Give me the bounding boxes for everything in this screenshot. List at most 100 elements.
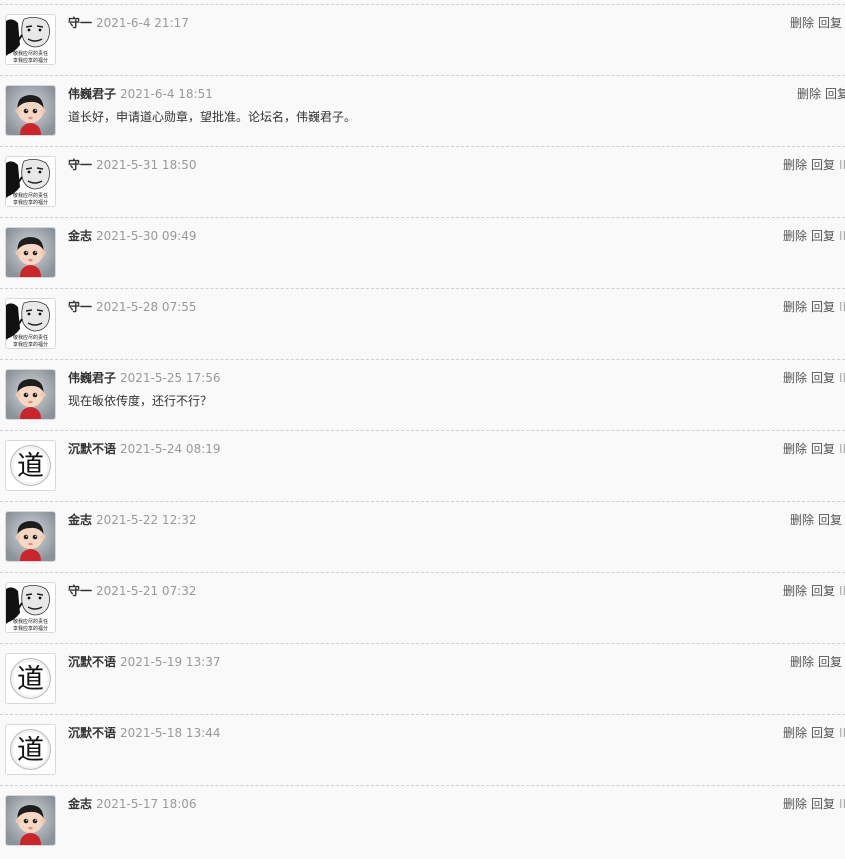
comment-author[interactable]: 金志: [68, 513, 92, 527]
comment-meta: 守一 2021-6-4 21:17: [68, 15, 189, 31]
meme-face-icon[interactable]: 敬我应尽的责任 享我应享的福分: [5, 14, 56, 65]
comment-meta: 金志 2021-5-22 12:32: [68, 512, 197, 528]
comment-time: 2021-5-18 13:44: [120, 726, 221, 740]
comment-time: 2021-5-24 08:19: [120, 442, 221, 456]
ip-button[interactable]: IP: [839, 797, 845, 811]
comment-time: 2021-5-21 07:32: [96, 584, 197, 598]
delete-button[interactable]: 删除: [783, 584, 807, 598]
reply-button[interactable]: 回复: [811, 442, 835, 456]
comment-actions: 删除 回复: [797, 86, 845, 102]
comment-item: 敬我应尽的责任 享我应享的福分 守一 2021-5-31 18:50 删除回复 IP: [0, 146, 845, 217]
cartoon-boy-icon[interactable]: [5, 795, 56, 846]
reply-button[interactable]: 回复: [818, 513, 842, 527]
comment-item: 金志 2021-5-30 09:49 删除回复 IP: [0, 217, 845, 288]
comment-author[interactable]: 守一: [68, 584, 92, 598]
comment-item: 金志 2021-5-22 12:32 删除 回复: [0, 501, 845, 572]
comment-item: 敬我应尽的责任 享我应享的福分 守一 2021-5-28 07:55 删除回复 IP: [0, 288, 845, 359]
delete-button[interactable]: 删除: [783, 371, 807, 385]
meme-caption-line2: 享我应享的福分: [13, 625, 48, 632]
dao-character-text: 道: [17, 664, 44, 695]
comment-author[interactable]: 沉默不语: [68, 726, 116, 740]
comment-time: 2021-5-25 17:56: [120, 371, 221, 385]
reply-button[interactable]: 回复: [811, 797, 835, 811]
comment-author[interactable]: 守一: [68, 300, 92, 314]
comment-meta: 沉默不语 2021-5-24 08:19: [68, 441, 221, 457]
comment-meta: 守一 2021-5-31 18:50: [68, 157, 197, 173]
dao-character-icon[interactable]: 道: [5, 440, 56, 491]
comment-meta: 金志 2021-5-30 09:49: [68, 228, 197, 244]
meme-caption-line1: 敬我应尽的责任: [13, 50, 48, 57]
comment-content: 现在皈依传度，还行不行？: [68, 394, 213, 408]
comment-item: 伟巍君子 2021-6-4 18:51 道长好，申请道心勋章，望批准。论坛名，伟巍君…: [0, 75, 845, 146]
delete-button[interactable]: 删除: [790, 655, 814, 669]
ip-button[interactable]: IP: [839, 229, 845, 243]
comment-actions: 删除 回复: [790, 15, 842, 31]
comment-meta: 守一 2021-5-28 07:55: [68, 299, 197, 315]
comment-time: 2021-5-19 13:37: [120, 655, 221, 669]
delete-button[interactable]: 删除: [783, 797, 807, 811]
comment-author[interactable]: 伟巍君子: [68, 87, 116, 101]
comment-meta: 伟巍君子 2021-6-4 18:51: [68, 86, 213, 102]
reply-button[interactable]: 回复: [811, 158, 835, 172]
delete-button[interactable]: 删除: [783, 229, 807, 243]
comment-actions: 删除回复 IP: [783, 370, 845, 386]
comment-time: 2021-5-28 07:55: [96, 300, 197, 314]
comment-author[interactable]: 沉默不语: [68, 442, 116, 456]
reply-button[interactable]: 回复: [818, 16, 842, 30]
meme-caption-line1: 敬我应尽的责任: [13, 618, 48, 625]
reply-button[interactable]: 回复: [825, 87, 845, 101]
comment-item: 金志 2021-5-17 18:06 删除回复 IP: [0, 785, 845, 856]
comment-time: 2021-5-22 12:32: [96, 513, 197, 527]
reply-button[interactable]: 回复: [811, 229, 835, 243]
delete-button[interactable]: 删除: [783, 726, 807, 740]
comment-item: 伟巍君子 2021-5-25 17:56 现在皈依传度，还行不行？ 删除回复 IP: [0, 359, 845, 430]
delete-button[interactable]: 删除: [790, 513, 814, 527]
meme-face-icon[interactable]: 敬我应尽的责任 享我应享的福分: [5, 582, 56, 633]
comment-item: 道 沉默不语 2021-5-19 13:37 删除 回复: [0, 643, 845, 714]
comment-author[interactable]: 金志: [68, 797, 92, 811]
cartoon-boy-icon[interactable]: [5, 369, 56, 420]
meme-caption-line2: 享我应享的福分: [13, 57, 48, 64]
cartoon-boy-icon[interactable]: [5, 227, 56, 278]
comment-actions: 删除回复 IP: [783, 228, 845, 244]
ip-button[interactable]: IP: [839, 442, 845, 456]
meme-face-icon[interactable]: 敬我应尽的责任 享我应享的福分: [5, 156, 56, 207]
comment-item: 道 沉默不语 2021-5-24 08:19 删除回复 IP: [0, 430, 845, 501]
reply-button[interactable]: 回复: [811, 726, 835, 740]
comment-time: 2021-6-4 21:17: [96, 16, 189, 30]
ip-button[interactable]: IP: [839, 371, 845, 385]
dao-character-icon[interactable]: 道: [5, 653, 56, 704]
comment-meta: 沉默不语 2021-5-19 13:37: [68, 654, 221, 670]
delete-button[interactable]: 删除: [783, 300, 807, 314]
ip-button[interactable]: IP: [839, 584, 845, 598]
dao-character-icon[interactable]: 道: [5, 724, 56, 775]
comment-author[interactable]: 守一: [68, 16, 92, 30]
reply-button[interactable]: 回复: [811, 584, 835, 598]
ip-button[interactable]: IP: [839, 726, 845, 740]
comment-item: 道 沉默不语 2021-5-18 13:44 删除回复 IP: [0, 714, 845, 785]
comment-content: 道长好，申请道心勋章，望批准。论坛名，伟巍君子。: [68, 110, 357, 124]
delete-button[interactable]: 删除: [790, 16, 814, 30]
reply-button[interactable]: 回复: [811, 371, 835, 385]
delete-button[interactable]: 删除: [783, 442, 807, 456]
comment-actions: 删除 回复: [790, 654, 842, 670]
delete-button[interactable]: 删除: [797, 87, 821, 101]
ip-button[interactable]: IP: [839, 158, 845, 172]
reply-button[interactable]: 回复: [811, 300, 835, 314]
cartoon-boy-icon[interactable]: [5, 85, 56, 136]
comment-author[interactable]: 守一: [68, 158, 92, 172]
comment-actions: 删除回复 IP: [783, 796, 845, 812]
comment-author[interactable]: 金志: [68, 229, 92, 243]
comment-time: 2021-5-17 18:06: [96, 797, 197, 811]
comment-time: 2021-6-4 18:51: [120, 87, 213, 101]
meme-face-icon[interactable]: 敬我应尽的责任 享我应享的福分: [5, 298, 56, 349]
cartoon-boy-icon[interactable]: [5, 511, 56, 562]
delete-button[interactable]: 删除: [783, 158, 807, 172]
comment-meta: 守一 2021-5-21 07:32: [68, 583, 197, 599]
comment-actions: 删除回复 IP: [783, 157, 845, 173]
ip-button[interactable]: IP: [839, 300, 845, 314]
comment-author[interactable]: 沉默不语: [68, 655, 116, 669]
comment-time: 2021-5-30 09:49: [96, 229, 197, 243]
reply-button[interactable]: 回复: [818, 655, 842, 669]
comment-author[interactable]: 伟巍君子: [68, 371, 116, 385]
